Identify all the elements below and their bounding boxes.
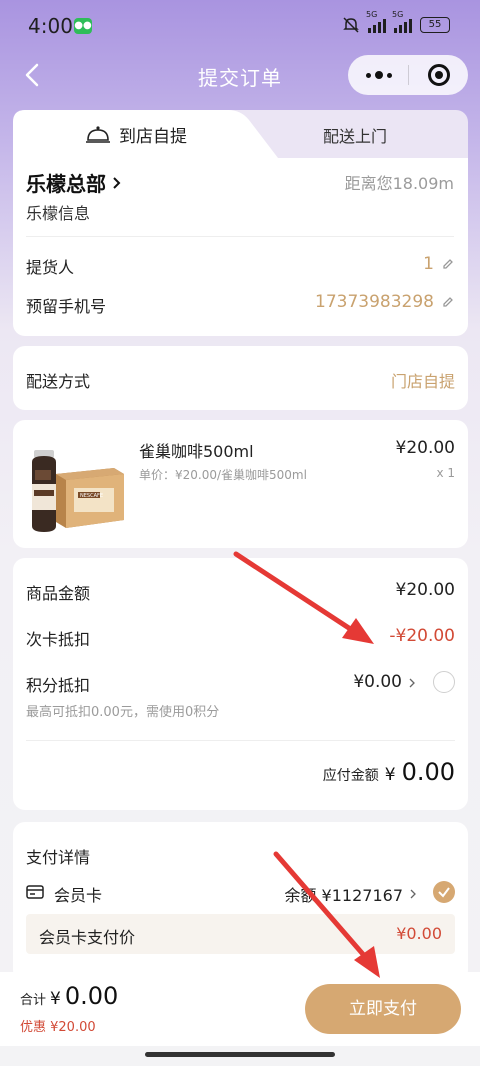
- battery-icon: 55: [420, 17, 450, 33]
- divider: [26, 236, 454, 237]
- member-price-label: 会员卡支付价: [39, 928, 136, 947]
- member-card-label: 会员卡: [54, 886, 103, 905]
- product-card: NESCAFE 雀巢咖啡500ml 单价：¥20.00/雀巢咖啡500ml ¥2…: [13, 420, 468, 548]
- tab-delivery[interactable]: 配送上门: [323, 123, 387, 147]
- product-image: NESCAFE: [26, 440, 124, 532]
- store-distance: 距离您18.09m: [344, 174, 454, 193]
- chevron-right-icon: [113, 176, 121, 189]
- cloche-icon: [86, 125, 110, 143]
- home-indicator: [145, 1052, 335, 1057]
- capsule-divider: [408, 65, 409, 85]
- pickup-person-value: 1: [423, 254, 434, 274]
- goods-amount-label: 商品金额: [26, 584, 91, 603]
- delivery-method-value[interactable]: 门店自提: [391, 368, 455, 392]
- divider: [26, 740, 455, 741]
- mute-icon: [342, 16, 360, 34]
- more-button[interactable]: [366, 67, 396, 83]
- store-subtitle: 乐檬信息: [26, 204, 91, 223]
- network-type-1: 5G: [366, 10, 378, 19]
- edit-icon: [443, 297, 453, 307]
- total-value: 0.00: [64, 982, 119, 1010]
- edit-icon: [443, 259, 453, 269]
- pickup-person-label: 提货人: [26, 258, 75, 277]
- signal-icon-2: 5G: [392, 10, 412, 33]
- points-deduction-value[interactable]: ¥0.00: [353, 672, 402, 692]
- status-time: 4:00: [28, 14, 73, 38]
- close-mini-program-button[interactable]: [428, 64, 450, 86]
- phone-field[interactable]: 17373983298: [315, 292, 454, 312]
- store-name-link[interactable]: 乐檬总部: [26, 168, 122, 197]
- discount-text: 优惠 ¥20.00: [20, 1020, 96, 1035]
- pickup-person-field[interactable]: 1: [423, 254, 454, 274]
- signal-icon: 5G: [366, 10, 386, 33]
- payable-currency: ¥: [384, 765, 396, 785]
- payable-label: 应付金额: [322, 768, 379, 784]
- member-price-row: 会员卡支付价 ¥0.00: [26, 914, 455, 954]
- points-toggle[interactable]: [433, 671, 455, 693]
- product-quantity: x 1: [436, 466, 455, 480]
- product-price: ¥20.00: [395, 438, 455, 458]
- delivery-mode-tabs: 到店自提 配送上门: [13, 110, 468, 158]
- checkout-bar: 合计 ¥ 0.00 优惠 ¥20.00 立即支付: [0, 972, 480, 1046]
- wechat-icon: ●●: [74, 18, 92, 34]
- card-deduction-value: -¥20.00: [389, 626, 455, 646]
- tab-pickup-label: 到店自提: [119, 127, 187, 147]
- total-label: 合计: [20, 993, 47, 1008]
- card-deduction-label: 次卡抵扣: [26, 630, 91, 649]
- svg-text:NESCAFE: NESCAFE: [80, 493, 103, 499]
- product-unit-price: 单价：¥20.00/雀巢咖啡500ml: [139, 468, 307, 482]
- phone-value: 17373983298: [315, 292, 434, 312]
- check-icon: [438, 887, 450, 898]
- tab-pickup[interactable]: 到店自提: [85, 122, 187, 147]
- member-card-balance: 余额 ¥1127167: [284, 886, 403, 905]
- network-type-2: 5G: [392, 10, 404, 19]
- card-icon: [26, 885, 44, 899]
- points-deduction-label: 积分抵扣: [26, 676, 91, 695]
- chevron-right-icon: [409, 678, 415, 688]
- member-price-value: ¥0.00: [396, 924, 442, 943]
- pay-now-button[interactable]: 立即支付: [305, 984, 461, 1034]
- payable-amount: 应付金额 ¥ 0.00: [323, 758, 455, 786]
- delivery-method-card: 配送方式 门店自提: [13, 346, 468, 410]
- price-summary-card: 商品金额 ¥20.00 次卡抵扣 -¥20.00 积分抵扣 ¥0.00 最高可抵…: [13, 558, 468, 810]
- delivery-method-label: 配送方式: [26, 372, 91, 391]
- total-currency: ¥: [50, 989, 61, 1009]
- status-icons: 5G 5G 55: [342, 10, 450, 34]
- total-amount: 合计 ¥ 0.00: [20, 982, 118, 1010]
- store-name: 乐檬总部: [26, 172, 106, 196]
- goods-amount-value: ¥20.00: [395, 580, 455, 600]
- points-hint: 最高可抵扣0.00元，需使用0积分: [26, 705, 220, 720]
- payable-value: 0.00: [401, 758, 455, 786]
- mini-program-capsule: [348, 55, 468, 95]
- phone-label: 预留手机号: [26, 297, 107, 316]
- member-card-option[interactable]: 会员卡 余额 ¥1127167: [26, 880, 455, 908]
- payment-detail-card: 支付详情 会员卡 余额 ¥1127167 会员卡支付价 ¥0.00: [13, 822, 468, 982]
- product-name: 雀巢咖啡500ml: [139, 442, 254, 461]
- payment-title: 支付详情: [26, 848, 91, 867]
- status-bar: 4:00 ●● 5G 5G 55: [0, 0, 480, 52]
- chevron-right-icon: [410, 889, 416, 899]
- member-card-checked[interactable]: [433, 881, 455, 903]
